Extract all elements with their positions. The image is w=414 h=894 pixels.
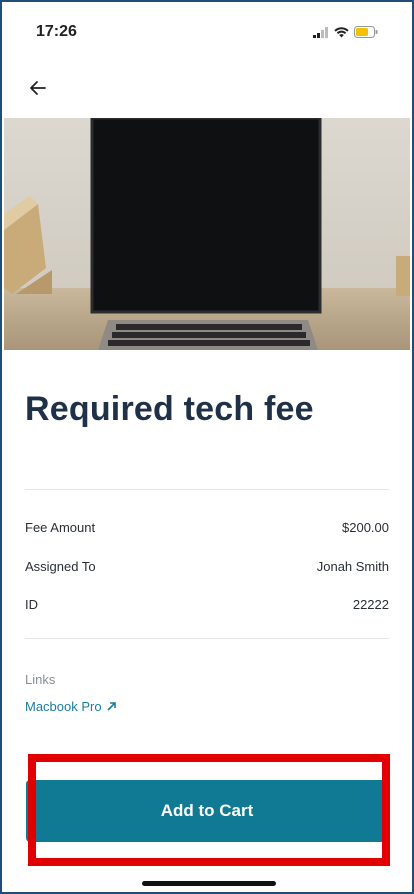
signal-icon [313,26,328,38]
detail-label: ID [25,597,38,612]
detail-value: Jonah Smith [316,559,389,574]
hero-image [4,118,410,350]
laptop-photo [4,118,410,350]
detail-value: $200.00 [342,520,389,535]
external-link-icon [107,702,116,711]
wifi-icon [334,26,349,37]
battery-icon [354,26,378,38]
detail-row-fee-amount: Fee Amount $200.00 [25,520,389,535]
detail-row-id: ID 22222 [25,597,389,612]
link-text: Macbook Pro [25,699,102,714]
divider-bottom [25,638,389,639]
home-indicator [142,881,276,886]
app-screen: 17:26 Required tech fee Fee Amount $200.… [0,0,414,894]
status-time: 17:26 [36,23,77,40]
link-macbook-pro[interactable]: Macbook Pro [25,699,117,714]
links-label: Links [25,672,56,687]
detail-row-assigned-to: Assigned To Jonah Smith [25,559,389,574]
page-title: Required tech fee [25,390,314,428]
detail-label: Assigned To [25,559,96,574]
detail-value: 22222 [352,597,389,612]
status-bar: 17:26 [2,2,412,62]
arrow-left-icon[interactable] [24,74,52,102]
status-icons [313,26,378,38]
detail-label: Fee Amount [25,520,96,535]
highlight-box [28,754,390,866]
divider-top [25,489,389,490]
